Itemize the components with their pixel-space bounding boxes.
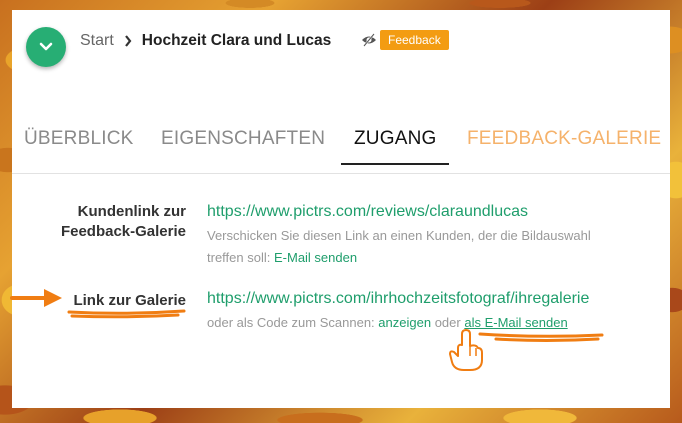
label-underline-annotation: [67, 309, 186, 319]
tab-ueberblick[interactable]: ÜBERBLICK: [24, 128, 134, 158]
tab-feedback-galerie[interactable]: FEEDBACK-GALERIE: [467, 128, 661, 158]
feedback-badge[interactable]: Feedback: [380, 30, 449, 50]
qr-show-link[interactable]: anzeigen: [378, 315, 431, 330]
gallery-panel: Start Hochzeit Clara und Lucas Feedback …: [12, 10, 670, 408]
arrow-annotation-icon: [10, 289, 62, 307]
gallery-link-url[interactable]: https://www.pictrs.com/ihrhochzeitsfotog…: [207, 290, 589, 308]
client-link-label: Kundenlink zur Feedback-Galerie: [32, 202, 186, 242]
tab-zugang[interactable]: ZUGANG: [341, 128, 450, 165]
tab-divider: [12, 173, 670, 174]
eye-slash-icon[interactable]: [361, 33, 377, 47]
gallery-hint-prefix: oder als Code zum Scannen:: [207, 315, 375, 330]
client-link-hint-line2: treffen soll: E-Mail senden: [207, 247, 591, 269]
email-underline-annotation: [478, 332, 604, 342]
client-link-hint-line1: Verschicken Sie diesen Link an einen Kun…: [207, 228, 591, 243]
chevron-right-icon: [124, 35, 132, 47]
tab-eigenschaften[interactable]: EIGENSCHAFTEN: [161, 128, 325, 158]
tab-bar: ÜBERBLICK EIGENSCHAFTEN ZUGANG FEEDBACK-…: [12, 128, 670, 172]
client-link-label-line2: Feedback-Galerie: [60, 223, 186, 240]
client-link-hint-text: treffen soll:: [207, 250, 271, 265]
page-title: Hochzeit Clara und Lucas: [141, 32, 332, 49]
collapse-menu-button[interactable]: [26, 27, 66, 67]
client-link-hint: Verschicken Sie diesen Link an einen Kun…: [207, 225, 591, 269]
client-email-send-link[interactable]: E-Mail senden: [274, 250, 357, 265]
pointing-hand-icon: [449, 329, 483, 371]
client-link-url[interactable]: https://www.pictrs.com/reviews/claraundl…: [207, 203, 528, 221]
chevron-down-icon: [39, 42, 53, 51]
client-link-label-line1: Kundenlink zur: [77, 203, 186, 220]
breadcrumb-start-link[interactable]: Start: [80, 32, 114, 50]
breadcrumb: Start Hochzeit Clara und Lucas: [80, 30, 331, 52]
